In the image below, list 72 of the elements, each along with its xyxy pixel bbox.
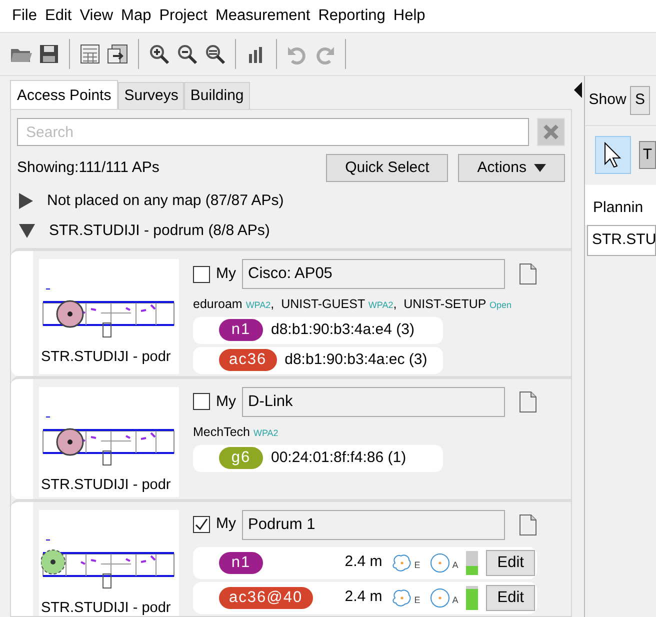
pattern-label: A [452, 559, 458, 572]
my-checkbox[interactable] [193, 393, 210, 410]
menu-item[interactable]: Map [121, 4, 152, 28]
pattern-label: E [414, 559, 420, 572]
panel-tab[interactable]: Access Points [10, 80, 118, 109]
band-badge: n1 [219, 319, 263, 342]
map-field[interactable]: STR.STU [587, 225, 656, 256]
map-caption: STR.STUDIJI - podr [41, 598, 172, 616]
coverage-pattern-icon [428, 588, 452, 608]
zoom-in-icon[interactable] [148, 43, 170, 65]
coverage-pattern-icon [428, 552, 452, 572]
check-icon [195, 518, 208, 531]
document-icon[interactable] [519, 390, 537, 413]
group-label[interactable]: STR.STUDIJI - podrum (8/8 APs) [49, 220, 270, 242]
my-label: My [216, 514, 236, 534]
my-checkbox[interactable] [193, 266, 210, 282]
menu-item[interactable]: File [12, 4, 37, 28]
zoom-out-icon[interactable] [176, 43, 198, 65]
band-badge: ac36@40 [219, 586, 313, 608]
actions-button[interactable]: Actions [458, 154, 565, 182]
table-icon[interactable] [79, 43, 101, 65]
menu-item[interactable]: Help [393, 4, 426, 28]
band-badge: g6 [219, 447, 263, 469]
band-badge: ac36 [219, 349, 277, 372]
menu-item[interactable]: Edit [44, 4, 72, 28]
menu-item[interactable]: View [80, 4, 114, 28]
ap-name-field[interactable]: Podrum 1 [242, 510, 505, 540]
distance-text: 2.4 m [344, 552, 382, 572]
menu-item[interactable]: Reporting [318, 4, 386, 28]
ap-count: Showing:111/111 APs [17, 158, 160, 178]
clear-button[interactable] [537, 118, 565, 146]
text-tool-button[interactable]: T [638, 140, 656, 170]
expanded-triangle-icon[interactable] [19, 224, 35, 238]
collapsed-triangle-icon[interactable] [19, 193, 33, 209]
distance-text: 2.4 m [344, 587, 382, 608]
close-icon [542, 123, 560, 141]
ssid-list: eduroam WPA2, UNIST-GUEST WPA2, UNIST-SETUP Open [193, 295, 537, 314]
import-icon[interactable] [107, 43, 129, 65]
menu-item[interactable]: Measurement [215, 4, 310, 28]
panel-tab[interactable]: Building [184, 82, 250, 109]
edit-button[interactable]: Edit [486, 550, 535, 576]
mac-address: d8:b1:90:b3:4a:e4 (3) [271, 320, 414, 340]
search-field[interactable]: Search [17, 118, 529, 146]
save-icon[interactable] [38, 43, 60, 65]
zoom-fit-icon[interactable] [204, 43, 226, 65]
cursor-icon [604, 142, 622, 168]
panel-tab[interactable]: Surveys [118, 82, 184, 109]
my-checkbox[interactable] [193, 516, 210, 533]
mac-address: 00:24:01:8f:f4:86 (1) [271, 448, 406, 468]
pattern-label: E [414, 594, 420, 607]
edit-button[interactable]: Edit [486, 584, 535, 610]
map-caption: STR.STUDIJI - podr [41, 348, 172, 367]
ap-name-field[interactable]: D-Link [242, 386, 505, 417]
ssid-list: MechTech WPA2 [193, 422, 537, 442]
quick-select-button[interactable]: Quick Select [326, 154, 448, 182]
section-title: Plannin [585, 184, 656, 225]
menu-item[interactable]: Project [159, 4, 208, 28]
mac-address: d8:b1:90:b3:4a:ec (3) [284, 350, 428, 370]
pattern-label: A [452, 594, 458, 607]
group-label[interactable]: Not placed on any map (87/87 APs) [47, 190, 284, 212]
show-label: Show [588, 90, 626, 110]
caret-icon [534, 164, 546, 172]
my-label: My [216, 264, 236, 284]
show-dropdown[interactable]: S [630, 86, 650, 114]
collapse-arrow-icon[interactable] [574, 82, 582, 98]
map-caption: STR.STUDIJI - podr [41, 476, 172, 495]
ap-name-field[interactable]: Cisco: AP05 [242, 259, 505, 289]
document-icon[interactable] [519, 514, 537, 536]
document-icon[interactable] [519, 263, 537, 285]
my-label: My [216, 392, 236, 412]
pointer-tool-button[interactable] [595, 136, 632, 174]
band-badge: n1 [219, 552, 263, 574]
